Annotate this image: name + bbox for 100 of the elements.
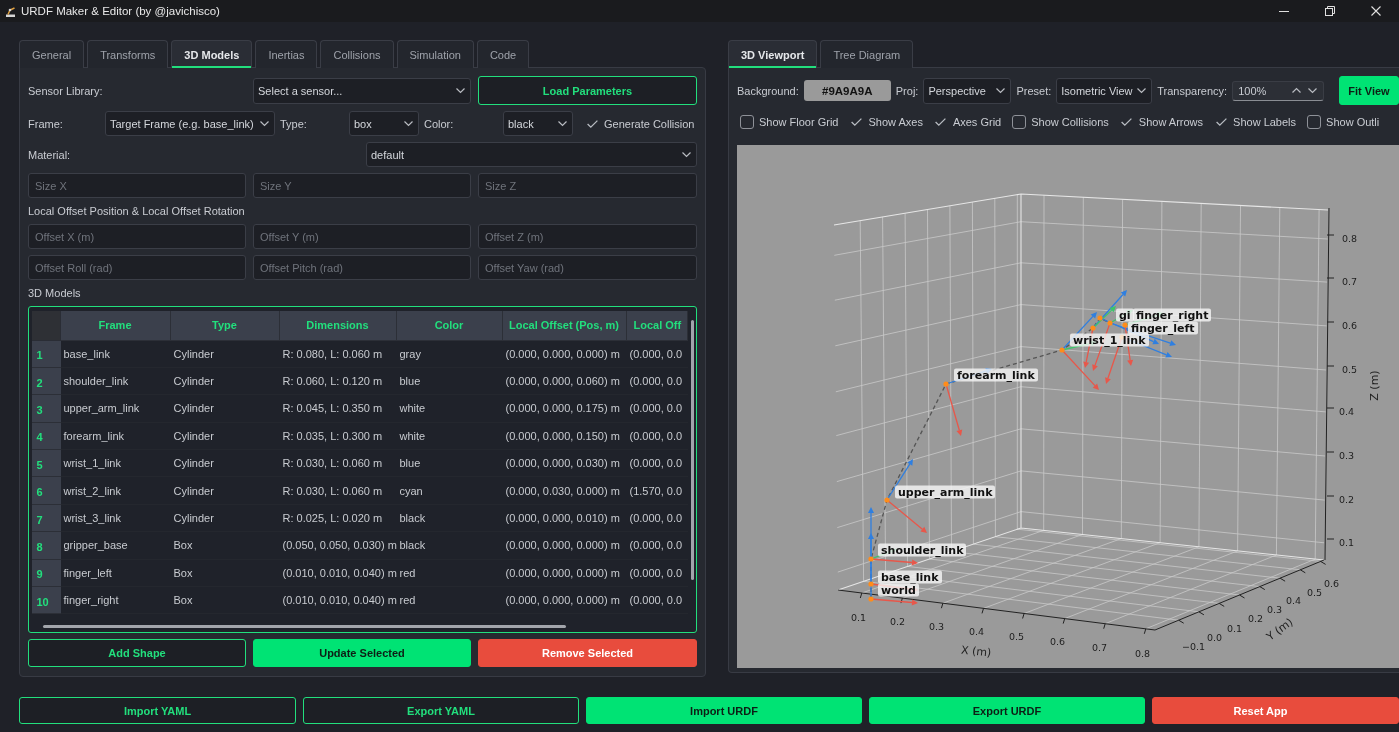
column-header[interactable]: Frame <box>60 310 171 341</box>
field-label: Frame: <box>28 117 63 130</box>
tab[interactable]: 3D Models <box>171 40 253 68</box>
row-number[interactable]: 6 <box>31 477 61 505</box>
axis-tick-label: 0.5 <box>1307 587 1323 598</box>
input-field[interactable]: Offset Pitch (rad) <box>253 255 471 280</box>
chevron-down-icon <box>1308 88 1318 93</box>
section-heading: 3D Models <box>28 286 81 300</box>
tab[interactable]: Collisions <box>320 40 394 68</box>
action-button[interactable]: Import YAML <box>19 697 296 724</box>
field-label: Material: <box>28 148 71 161</box>
row-number[interactable]: 10 <box>31 587 61 615</box>
axis-tick-label: 0.8 <box>1135 648 1151 659</box>
fit-view-button[interactable]: Fit View <box>1339 76 1399 105</box>
action-button[interactable]: Remove Selected <box>478 639 697 667</box>
row-number[interactable]: 2 <box>31 367 61 396</box>
preset-select[interactable]: Isometric View <box>1056 77 1153 104</box>
restore-icon <box>1325 6 1335 16</box>
action-button[interactable]: Add Shape <box>28 639 246 667</box>
input-field[interactable]: Offset Roll (rad) <box>28 255 246 280</box>
axis-tick-label: 0.7 <box>1342 276 1358 287</box>
sensor-select[interactable]: Select a sensor... <box>253 77 471 104</box>
axis-tick-label: 0.2 <box>1339 494 1355 505</box>
tab[interactable]: 3D Viewport <box>728 40 818 68</box>
column-header[interactable]: Local Offset (Pos, m) <box>502 310 627 341</box>
action-button[interactable]: Export URDF <box>869 697 1145 724</box>
checkbox[interactable]: Show Floor Grid <box>740 115 839 129</box>
row-number[interactable]: 7 <box>31 504 61 533</box>
horizontal-scrollbar[interactable] <box>42 625 566 628</box>
tab[interactable]: Transforms <box>87 40 169 68</box>
tab[interactable]: Tree Diagram <box>820 40 914 68</box>
checkbox[interactable]: Show Arrows <box>1119 116 1204 128</box>
checkbox[interactable]: Show Collisions <box>1012 115 1109 129</box>
checkbox[interactable]: Axes Grid <box>933 116 1002 128</box>
window-title: URDF Maker & Editor (by @javichisco) <box>21 5 220 17</box>
field-label: Transparency: <box>1157 84 1228 97</box>
input-field[interactable]: Offset Z (m) <box>478 224 697 249</box>
column-header[interactable]: Color <box>396 310 503 341</box>
input-field[interactable]: Size X <box>28 173 246 198</box>
axis-tick-label: 0.3 <box>1267 604 1283 615</box>
axis-tick-label: 0.4 <box>1339 406 1355 417</box>
input-field[interactable]: Offset Yaw (rad) <box>478 255 697 280</box>
axis-tick-label: 0.6 <box>1324 578 1340 589</box>
input-field[interactable]: Size Y <box>253 173 471 198</box>
column-header[interactable]: Dimensions <box>279 310 397 341</box>
axis-tick-label: 0.1 <box>1339 537 1355 548</box>
robot-arm-icon <box>5 5 16 17</box>
field-label: Preset: <box>1016 84 1052 97</box>
link-label: base_link <box>878 570 942 584</box>
checkbox[interactable]: Generate Collision <box>585 117 695 130</box>
background-color-button[interactable]: #9A9A9A <box>803 80 891 101</box>
axis-tick-label: 0.3 <box>929 621 945 632</box>
field-label: Color: <box>424 117 454 130</box>
input-field[interactable]: Size Z <box>478 173 697 198</box>
link-label: finger_left <box>1128 321 1198 335</box>
color-select[interactable]: black <box>503 111 573 136</box>
tab[interactable]: General <box>19 40 85 68</box>
tab[interactable]: Inertias <box>255 40 318 68</box>
link-label: gi <box>1116 308 1134 322</box>
row-number[interactable]: 3 <box>31 395 61 423</box>
chevron-down-icon <box>682 152 691 157</box>
row-number[interactable]: 1 <box>31 340 61 368</box>
action-button[interactable]: Import URDF <box>586 697 862 724</box>
column-header[interactable]: Type <box>170 310 280 341</box>
transparency-spinbox[interactable]: 100% <box>1232 80 1325 101</box>
frame-select[interactable]: Target Frame (e.g. base_link) <box>105 111 275 136</box>
material-select[interactable]: default <box>366 142 697 167</box>
row-number[interactable]: 8 <box>31 532 61 560</box>
section-heading: Local Offset Position & Local Offset Rotation <box>28 204 245 218</box>
axis-tick-label: 0.2 <box>890 616 906 627</box>
axis-tick-label: 0.7 <box>1092 642 1108 653</box>
action-button[interactable]: Reset App <box>1152 697 1399 724</box>
type-select[interactable]: box <box>349 111 419 136</box>
close-icon <box>1371 6 1381 16</box>
vertical-scrollbar[interactable] <box>690 319 694 580</box>
input-field[interactable]: Offset X (m) <box>28 224 246 249</box>
axis-tick-label: 0.0 <box>1207 632 1223 643</box>
axis-tick-label: 0.1 <box>851 612 867 623</box>
chevron-down-icon <box>996 88 1006 93</box>
action-button[interactable]: Update Selected <box>253 639 471 667</box>
table-corner[interactable] <box>31 310 61 341</box>
projection-select[interactable]: Perspective <box>923 77 1012 104</box>
row-number[interactable]: 9 <box>31 559 61 587</box>
axis-tick-label: 0.4 <box>1286 595 1302 606</box>
load-parameters-button[interactable]: Load Parameters <box>478 76 697 105</box>
checkbox[interactable]: Show Outli <box>1307 115 1380 129</box>
tab[interactable]: Code <box>476 40 530 68</box>
axis-tick-label: 0.6 <box>1050 636 1066 647</box>
row-number[interactable]: 4 <box>31 422 61 451</box>
tab[interactable]: Simulation <box>396 40 474 68</box>
row-number[interactable]: 5 <box>31 450 61 478</box>
checkbox[interactable]: Show Labels <box>1214 116 1297 128</box>
input-field[interactable]: Offset Y (m) <box>253 224 471 249</box>
column-header[interactable]: Local Off <box>626 310 688 341</box>
link-label: wrist_1_link <box>1070 333 1149 347</box>
action-button[interactable]: Export YAML <box>303 697 579 724</box>
axis-tick-label: 0.2 <box>1248 613 1264 624</box>
checkbox[interactable]: Show Axes <box>849 116 923 128</box>
axis-tick-label: 0.6 <box>1342 320 1358 331</box>
axis-tick-label: 0.8 <box>1342 233 1358 244</box>
